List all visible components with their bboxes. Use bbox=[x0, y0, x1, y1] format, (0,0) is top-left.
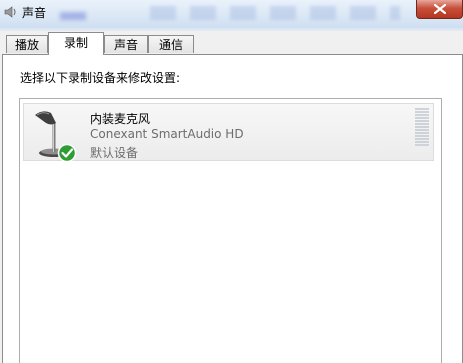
close-button[interactable] bbox=[416, 0, 463, 19]
tab-label: 通信 bbox=[158, 38, 183, 52]
device-status: 默认设备 bbox=[90, 146, 139, 160]
sound-dialog: 声音 播放 录制 声音 通信 选择以下录制设备来修改设置: 内装麦克风 Cone… bbox=[0, 0, 463, 363]
tab-label: 声音 bbox=[113, 38, 138, 52]
device-list[interactable]: 内装麦克风 Conexant SmartAudio HD 默认设备 bbox=[19, 98, 442, 363]
list-item[interactable]: 内装麦克风 Conexant SmartAudio HD 默认设备 bbox=[23, 103, 434, 163]
level-meter bbox=[415, 108, 429, 148]
tab-recording[interactable]: 录制 bbox=[48, 32, 104, 55]
device-name: 内装麦克风 bbox=[90, 112, 151, 126]
speaker-icon bbox=[4, 5, 18, 19]
blurred-region bbox=[60, 12, 86, 20]
recording-panel: 选择以下录制设备来修改设置: 内装麦克风 Conexant SmartAudio… bbox=[2, 54, 463, 363]
tab-communications[interactable]: 通信 bbox=[148, 35, 194, 53]
instruction-text: 选择以下录制设备来修改设置: bbox=[20, 71, 181, 85]
window-title: 声音 bbox=[22, 6, 47, 20]
device-description: Conexant SmartAudio HD bbox=[90, 127, 244, 141]
default-check-icon bbox=[57, 143, 77, 163]
title-bar[interactable]: 声音 bbox=[0, 0, 463, 28]
tab-label: 录制 bbox=[63, 36, 88, 50]
blurred-background bbox=[150, 6, 400, 20]
microphone-icon bbox=[29, 107, 83, 163]
close-icon bbox=[434, 4, 446, 14]
tab-strip: 播放 录制 声音 通信 bbox=[0, 32, 463, 55]
tab-sounds[interactable]: 声音 bbox=[104, 35, 148, 53]
tab-playback[interactable]: 播放 bbox=[6, 35, 48, 53]
tab-label: 播放 bbox=[14, 38, 39, 52]
